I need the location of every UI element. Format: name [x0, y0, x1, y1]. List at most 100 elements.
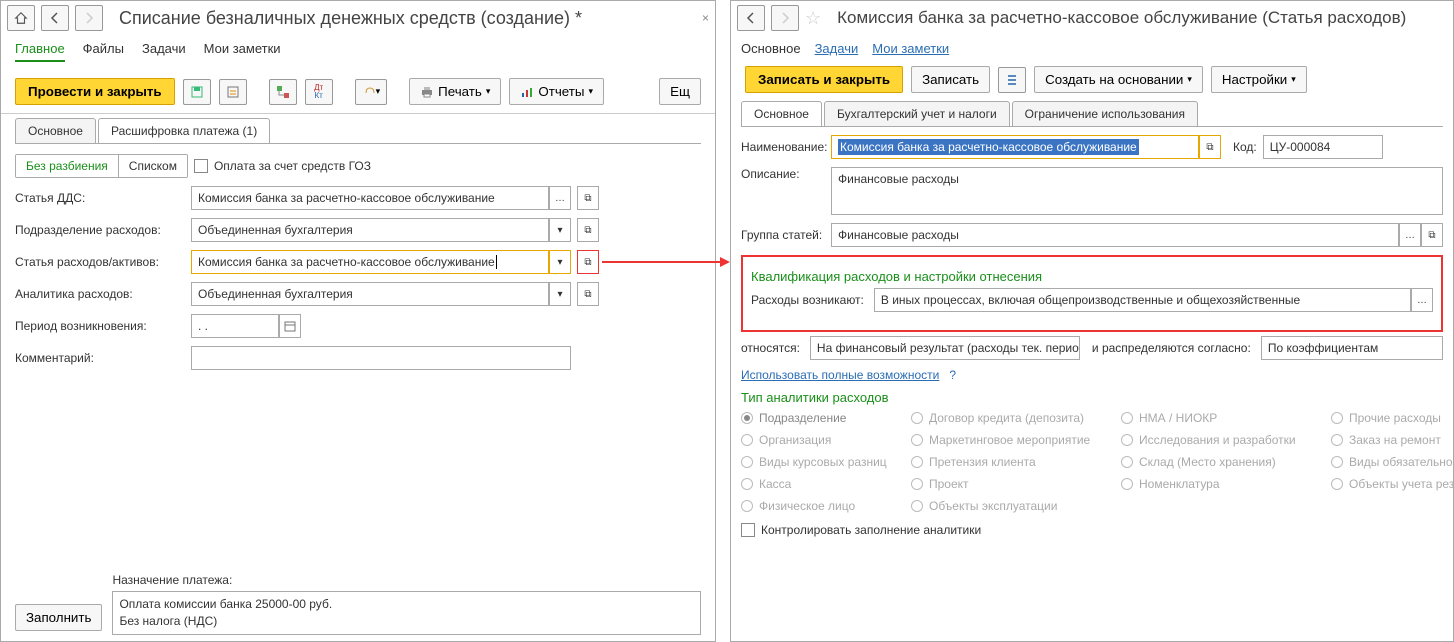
back-button-right[interactable]	[737, 5, 765, 31]
radio-marketing[interactable]: Маркетинговое мероприятие	[911, 433, 1111, 447]
home-button[interactable]	[7, 5, 35, 31]
list-icon-button[interactable]	[998, 67, 1026, 93]
rnav-notes[interactable]: Мои заметки	[872, 41, 949, 56]
dept-open-button[interactable]: ⧉	[577, 218, 599, 242]
attach-button[interactable]: ▾	[355, 79, 388, 105]
settings-button[interactable]: Настройки ▾	[1211, 66, 1307, 93]
arrow-right-icon	[83, 12, 95, 24]
rnav-main[interactable]: Основное	[741, 41, 801, 56]
radio-mandatory[interactable]: Виды обязательного стр	[1331, 455, 1454, 469]
post-and-close-button[interactable]: Провести и закрыть	[15, 78, 175, 105]
radio-repair[interactable]: Заказ на ремонт	[1331, 433, 1454, 447]
left-toolbar: Провести и закрыть ДтКт ▾ Печать▾ Отчеты…	[1, 70, 715, 114]
radio-contract[interactable]: Договор кредита (депозита)	[911, 411, 1111, 425]
dds-label: Статья ДДС:	[15, 191, 185, 205]
post-icon	[226, 85, 240, 99]
group-input[interactable]: Финансовые расходы	[831, 223, 1399, 247]
forward-button-right[interactable]	[771, 5, 799, 31]
more-button[interactable]: Ещ	[659, 78, 701, 105]
radio-assets[interactable]: Объекты эксплуатации	[911, 499, 1111, 513]
radio-org[interactable]: Организация	[741, 433, 901, 447]
radio-rates[interactable]: Виды курсовых разниц	[741, 455, 901, 469]
print-button[interactable]: Печать▾	[409, 78, 501, 105]
post-button[interactable]	[219, 79, 247, 105]
desc-input[interactable]: Финансовые расходы	[831, 167, 1443, 215]
radio-other[interactable]: Прочие расходы	[1331, 411, 1454, 425]
exp-label: Статья расходов/активов:	[15, 255, 185, 269]
radio-project[interactable]: Проект	[911, 477, 1111, 491]
fill-button[interactable]: Заполнить	[15, 604, 102, 631]
dds-open-button[interactable]: ⧉	[577, 186, 599, 210]
rtab-limit[interactable]: Ограничение использования	[1012, 101, 1198, 126]
radio-reserves[interactable]: Объекты учета резервов	[1331, 477, 1454, 491]
comment-input[interactable]	[191, 346, 571, 370]
nav-notes[interactable]: Мои заметки	[204, 41, 281, 62]
radio-nomen[interactable]: Номенклатура	[1121, 477, 1321, 491]
qualification-header: Квалификация расходов и настройки отнесе…	[751, 269, 1433, 284]
left-nav-tabs: Главное Файлы Задачи Мои заметки	[1, 35, 715, 70]
distrib-input[interactable]: По коэффициентам	[1261, 336, 1443, 360]
nav-files[interactable]: Файлы	[83, 41, 124, 62]
radio-cash[interactable]: Касса	[741, 477, 901, 491]
anal-dropdown-button[interactable]: ▾	[549, 282, 571, 306]
forward-button[interactable]	[75, 5, 103, 31]
tree-icon	[276, 85, 290, 99]
control-checkbox[interactable]	[741, 523, 755, 537]
nav-main[interactable]: Главное	[15, 41, 65, 62]
tab-main[interactable]: Основное	[15, 118, 96, 143]
favorite-star-icon[interactable]: ☆	[805, 8, 821, 29]
arise-more-button[interactable]: …	[1411, 288, 1433, 312]
exp-input[interactable]: Комиссия банка за расчетно-кассовое обсл…	[191, 250, 549, 274]
tab-breakdown[interactable]: Расшифровка платежа (1)	[98, 118, 270, 143]
relate-input[interactable]: На финансовый результат (расходы тек. пе…	[810, 336, 1080, 360]
save-record-button[interactable]: Записать	[911, 66, 990, 93]
radio-dept[interactable]: Подразделение	[741, 411, 901, 425]
nav-tasks[interactable]: Задачи	[142, 41, 186, 62]
anal-input[interactable]: Объединенная бухгалтерия	[191, 282, 549, 306]
right-toolbar: Записать и закрыть Записать Создать на о…	[731, 58, 1453, 101]
purpose-label: Назначение платежа:	[112, 573, 701, 587]
doc-flow-button[interactable]	[269, 79, 297, 105]
arrow-left-icon	[745, 12, 757, 24]
purpose-input[interactable]: Оплата комиссии банка 25000-00 руб. Без …	[112, 591, 701, 635]
qualification-section: Квалификация расходов и настройки отнесе…	[741, 255, 1443, 332]
create-based-button[interactable]: Создать на основании ▾	[1034, 66, 1203, 93]
save-button[interactable]	[183, 79, 211, 105]
desc-label: Описание:	[741, 167, 825, 181]
save-and-close-button[interactable]: Записать и закрыть	[745, 66, 903, 93]
group-more-button[interactable]: …	[1399, 223, 1421, 247]
back-button[interactable]	[41, 5, 69, 31]
radio-nma[interactable]: НМА / НИОКР	[1121, 411, 1321, 425]
anal-open-button[interactable]: ⧉	[577, 282, 599, 306]
exp-open-button[interactable]: ⧉	[577, 250, 599, 274]
code-input[interactable]: ЦУ-000084	[1263, 135, 1383, 159]
left-window-title: Списание безналичных денежных средств (с…	[119, 8, 582, 29]
name-open-button[interactable]: ⧉	[1199, 135, 1221, 159]
close-icon[interactable]: ×	[702, 11, 709, 25]
rtab-main[interactable]: Основное	[741, 101, 822, 126]
arise-input[interactable]: В иных процессах, включая общепроизводст…	[874, 288, 1411, 312]
radio-claim[interactable]: Претензия клиента	[911, 455, 1111, 469]
right-window-title: Комиссия банка за расчетно-кассовое обсл…	[837, 8, 1406, 28]
radio-research[interactable]: Исследования и разработки	[1121, 433, 1321, 447]
period-calendar-button[interactable]	[279, 314, 301, 338]
radio-person[interactable]: Физическое лицо	[741, 499, 901, 513]
goz-checkbox[interactable]	[194, 159, 208, 173]
help-icon[interactable]: ?	[949, 368, 956, 382]
seg-no-split[interactable]: Без разбиения	[16, 155, 118, 177]
seg-list[interactable]: Списком	[118, 155, 187, 177]
full-capabilities-link[interactable]: Использовать полные возможности	[741, 368, 939, 382]
rtab-acct[interactable]: Бухгалтерский учет и налоги	[824, 101, 1010, 126]
group-open-button[interactable]: ⧉	[1421, 223, 1443, 247]
name-input[interactable]: Комиссия банка за расчетно-кассовое обсл…	[831, 135, 1199, 159]
rnav-tasks[interactable]: Задачи	[815, 41, 859, 56]
dept-dropdown-button[interactable]: ▾	[549, 218, 571, 242]
period-input[interactable]: . .	[191, 314, 279, 338]
dept-input[interactable]: Объединенная бухгалтерия	[191, 218, 549, 242]
dds-more-button[interactable]: …	[549, 186, 571, 210]
dtk-button[interactable]: ДтКт	[305, 79, 333, 105]
radio-warehouse[interactable]: Склад (Место хранения)	[1121, 455, 1321, 469]
exp-dropdown-button[interactable]: ▾	[549, 250, 571, 274]
dds-input[interactable]: Комиссия банка за расчетно-кассовое обсл…	[191, 186, 549, 210]
reports-button[interactable]: Отчеты▾	[509, 78, 604, 105]
